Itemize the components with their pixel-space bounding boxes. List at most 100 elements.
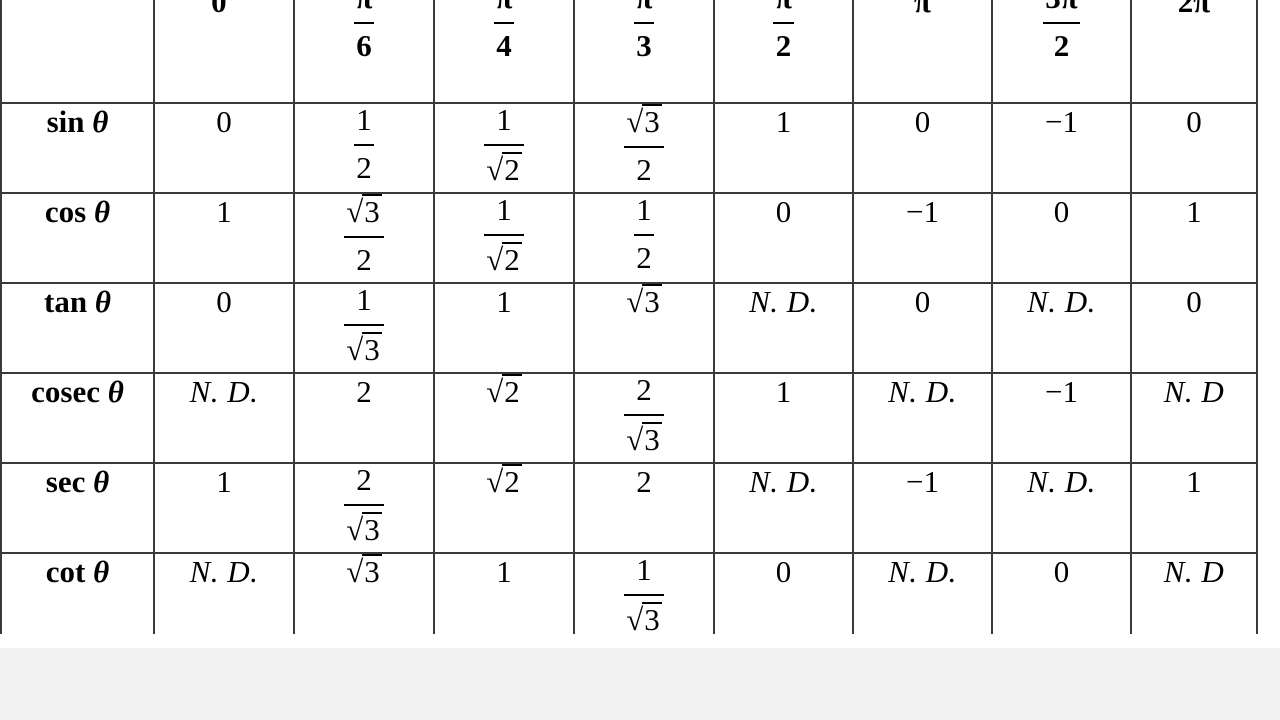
cell-cos-5: −1 <box>852 192 993 284</box>
fraction-numerator: 1 <box>636 192 652 227</box>
fraction-value: 12 <box>630 194 658 273</box>
row-label-cosec: cosec θ <box>0 372 155 464</box>
fraction-value: 2 √3 <box>340 464 388 545</box>
fraction-value: √3 2 <box>340 194 388 275</box>
cell-cot-0: N. D. <box>153 552 295 634</box>
cell-cot-1: √3 <box>293 552 435 634</box>
cell-value: 1 <box>775 104 792 139</box>
radicand: 2 <box>502 374 522 409</box>
fraction-denominator: √3 <box>340 332 388 365</box>
square-root-expression: √3 <box>626 602 662 634</box>
square-root-expression: √3 <box>626 422 662 455</box>
fraction-numerator: π <box>630 0 659 13</box>
fraction-bar <box>344 504 384 506</box>
square-root-expression: √3 <box>346 554 382 587</box>
header-col-45deg: 45º π 4 <box>433 0 575 104</box>
cell-sec-5: −1 <box>852 462 993 554</box>
fraction-numerator: √3 <box>340 194 388 227</box>
table-clip-region: θ 0º 0º 30º π 6 4 <box>0 0 1280 634</box>
cell-sin-6: −1 <box>991 102 1132 194</box>
fraction-bar <box>493 21 515 24</box>
fraction-bar <box>344 324 384 326</box>
fraction-bar <box>634 234 654 236</box>
cell-value: 1 <box>1186 464 1202 499</box>
fraction-numerator: √3 <box>620 104 668 137</box>
cell-sin-0: 0 <box>153 102 295 194</box>
theta-symbol: θ <box>84 104 109 139</box>
fraction-bar <box>624 146 664 148</box>
square-root-expression: √3 <box>346 194 382 227</box>
cell-cosec-4: 1 <box>713 372 854 464</box>
cell-tan-5: 0 <box>852 282 993 374</box>
cell-value: 0 <box>914 104 931 139</box>
fraction-value: 1 √2 <box>480 194 528 275</box>
fraction-numerator: 1 <box>496 102 512 137</box>
fraction-bar <box>633 21 655 24</box>
cell-cosec-6: −1 <box>991 372 1132 464</box>
radicand: 2 <box>502 464 522 499</box>
cell-value: 0 <box>914 284 931 319</box>
not-defined-value: N. D. <box>1027 284 1096 319</box>
radians-label: π <box>914 0 931 19</box>
radical-sign-icon: √ <box>626 422 644 457</box>
radical-sign-icon: √ <box>346 512 364 547</box>
fraction-numerator: π <box>350 0 379 13</box>
fraction-denominator: √3 <box>340 512 388 545</box>
cell-value: 1 <box>496 284 512 319</box>
radicand: 3 <box>642 104 662 139</box>
cell-cos-7: 1 <box>1130 192 1258 284</box>
cell-cosec-7: N. D <box>1130 372 1258 464</box>
cell-sin-3: √3 2 <box>573 102 715 194</box>
cell-tan-4: N. D. <box>713 282 854 374</box>
radians-fraction: π 6 <box>350 0 379 61</box>
radical-sign-icon: √ <box>346 554 364 589</box>
table-body: sin θ 0 1 2 1 √2 √3 2 1 0 −1 0 cos θ 1 √3 2 1 √2 1 2 0 −1 0 1 ta… <box>0 102 1258 634</box>
cell-sin-7: 0 <box>1130 102 1258 194</box>
row-label-sin: sin θ <box>0 102 155 194</box>
cell-tan-1: 1 √3 <box>293 282 435 374</box>
cell-value: 0 <box>216 284 232 319</box>
cell-sin-1: 12 <box>293 102 435 194</box>
fraction-bar <box>344 236 384 238</box>
radical-sign-icon: √ <box>486 152 504 187</box>
not-defined-value: N. D. <box>189 554 259 589</box>
cell-cot-5: N. D. <box>852 552 993 634</box>
radians-fraction: π 4 <box>490 0 519 61</box>
row-label-cos: cos θ <box>0 192 155 284</box>
fraction-denominator: 6 <box>356 27 372 63</box>
radical-sign-icon: √ <box>486 464 504 499</box>
fraction-value: 2 √3 <box>620 374 668 455</box>
cell-cot-4: 0 <box>713 552 854 634</box>
cell-value: 2 <box>356 374 372 409</box>
cell-sin-5: 0 <box>852 102 993 194</box>
fraction-value: 1 √3 <box>340 284 388 365</box>
table-row: sin θ 0 1 2 1 √2 √3 2 1 0 −1 0 <box>0 102 1258 194</box>
cell-sec-7: 1 <box>1130 462 1258 554</box>
page-root: θ 0º 0º 30º π 6 4 <box>0 0 1280 720</box>
theta-symbol: θ <box>87 284 111 319</box>
radical-sign-icon: √ <box>346 194 364 229</box>
cell-sin-2: 1 √2 <box>433 102 575 194</box>
fraction-numerator: 1 <box>636 552 652 587</box>
square-root-expression: √2 <box>486 152 522 185</box>
fraction-bar <box>624 414 664 416</box>
cell-value: 1 <box>216 194 232 229</box>
fraction-denominator: 2 <box>1053 27 1070 63</box>
fraction-denominator: √3 <box>620 602 668 634</box>
function-name: sec <box>45 464 86 499</box>
cell-cos-0: 1 <box>153 192 295 284</box>
header-col-360deg: 360º 2π <box>1130 0 1258 104</box>
cell-sec-3: 2 <box>573 462 715 554</box>
cell-cosec-2: √2 <box>433 372 575 464</box>
fraction-value: 1 √2 <box>480 104 528 185</box>
header-col-60deg: 60º π 3 <box>573 0 715 104</box>
fraction-bar <box>354 144 374 146</box>
fraction-bar <box>353 21 375 24</box>
cell-cosec-3: 2 √3 <box>573 372 715 464</box>
header-theta-cell: θ <box>0 0 155 104</box>
header-row: θ 0º 0º 30º π 6 4 <box>0 0 1258 104</box>
radians-fraction: 3π 2 <box>1039 0 1083 61</box>
function-name: sin <box>46 104 85 139</box>
cell-value: −1 <box>906 464 939 499</box>
cell-tan-7: 0 <box>1130 282 1258 374</box>
